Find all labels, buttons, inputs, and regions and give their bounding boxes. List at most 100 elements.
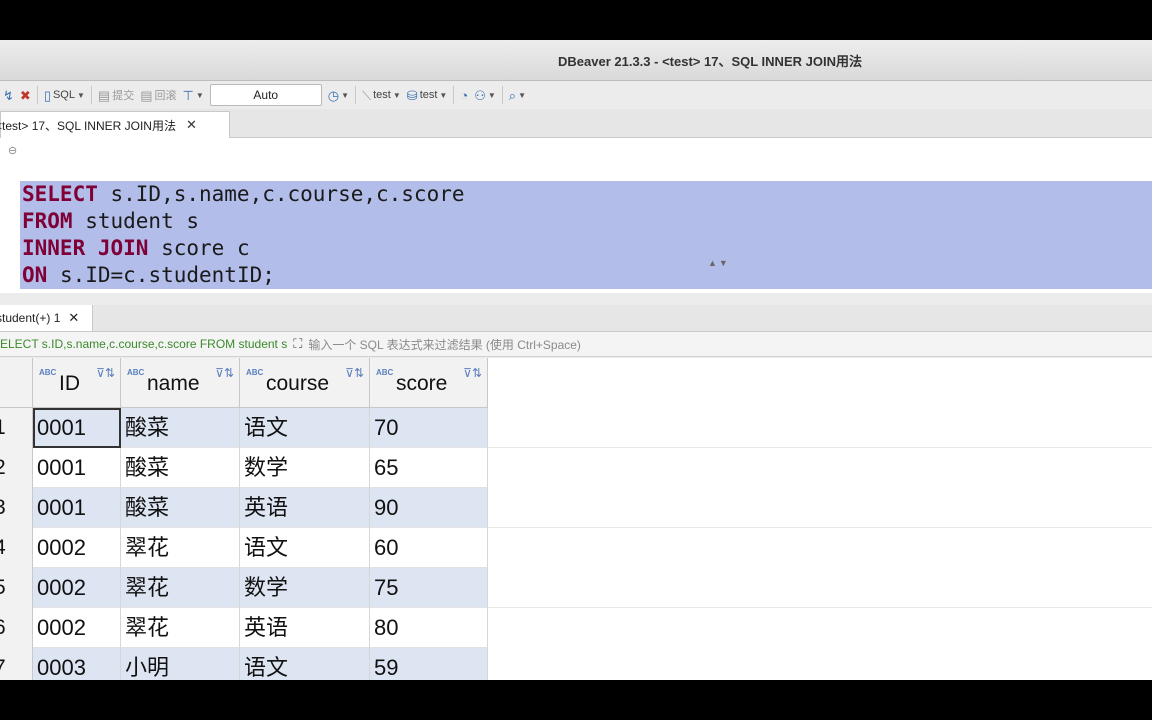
close-icon[interactable]: ✕ xyxy=(186,117,197,133)
fold-icon[interactable]: ⊖ xyxy=(8,144,17,157)
history-button[interactable]: ◷ ▼ xyxy=(325,84,352,106)
filter-bar: SELECT s.ID,s.name,c.course,c.score FROM… xyxy=(0,332,1152,357)
cell-id[interactable]: 0002 xyxy=(33,568,121,608)
commit-label: 提交 xyxy=(112,90,135,102)
column-header-label: course xyxy=(266,372,330,395)
column-header-name[interactable]: ABC name ⊽⇅ xyxy=(121,358,240,408)
filter-sort-icon[interactable]: ⊽⇅ xyxy=(96,366,115,380)
filter-sort-icon[interactable]: ⊽⇅ xyxy=(463,366,482,380)
row-divider xyxy=(488,527,1152,528)
transaction-icon: ⊤ xyxy=(182,87,194,103)
table-row[interactable]: 5 0002 翠花 数学 75 xyxy=(0,568,1152,608)
row-number: 3 xyxy=(0,488,33,528)
results-grid: ABC ID ⊽⇅ ABC name ⊽⇅ ABC course ⊽⇅ ABC … xyxy=(0,358,1152,680)
toolbar-separator xyxy=(355,86,357,104)
cell-id[interactable]: 0001 xyxy=(33,448,121,488)
filter-input[interactable]: 输入一个 SQL 表达式来过滤结果 (使用 Ctrl+Space) xyxy=(308,336,581,353)
table-row[interactable]: 1 0001 酸菜 语文 70 xyxy=(0,408,1152,448)
column-header-score[interactable]: ABC score ⊽⇅ xyxy=(370,358,488,408)
cell-course[interactable]: 语文 xyxy=(240,408,370,448)
transaction-mode-menu[interactable]: ⊤ ▼ xyxy=(180,84,207,106)
cell-name[interactable]: 小明 xyxy=(121,648,240,680)
row-number-header xyxy=(0,358,33,408)
toolbar-separator xyxy=(90,86,92,104)
expand-icon[interactable]: ⛶ xyxy=(293,336,302,352)
database-icon: ⛁ xyxy=(406,87,418,103)
cell-score[interactable]: 60 xyxy=(370,528,488,568)
cell-name[interactable]: 翠花 xyxy=(121,568,240,608)
column-header-label: score xyxy=(396,372,448,395)
cell-name[interactable]: 酸菜 xyxy=(121,488,240,528)
cell-course[interactable]: 英语 xyxy=(240,488,370,528)
cell-course[interactable]: 数学 xyxy=(240,568,370,608)
cell-course[interactable]: 数学 xyxy=(240,448,370,488)
commit-icon: ▤ xyxy=(97,87,111,103)
commit-button[interactable]: ▤ 提交 xyxy=(95,84,137,106)
stop-button[interactable]: ✖ xyxy=(17,84,34,106)
search-icon: ⌕ xyxy=(508,87,517,103)
cell-course[interactable]: 语文 xyxy=(240,648,370,680)
transaction-mode-box[interactable]: Auto xyxy=(209,84,322,106)
cell-name[interactable]: 翠花 xyxy=(121,608,240,648)
main-toolbar: ↯ ✖ ▯ SQL ▼ ▤ 提交 ▤ 回滚 ⊤ ▼ Auto ◷ ▼ ⟍ tes… xyxy=(0,81,1152,109)
table-row[interactable]: 2 0001 酸菜 数学 65 xyxy=(0,448,1152,488)
filter-sort-icon[interactable]: ⊽⇅ xyxy=(215,366,234,380)
tab-sql-editor[interactable]: <test> 17、SQL INNER JOIN用法 ✕ xyxy=(0,111,230,138)
cell-course[interactable]: 语文 xyxy=(240,528,370,568)
rollback-button[interactable]: ▤ 回滚 xyxy=(137,84,179,106)
cell-score[interactable]: 80 xyxy=(370,608,488,648)
chevron-down-icon: ▼ xyxy=(195,90,204,100)
execute-script-button[interactable]: ↯ xyxy=(0,84,17,106)
dbeaver-window: DBeaver 21.3.3 - <test> 17、SQL INNER JOI… xyxy=(0,40,1152,680)
cell-name[interactable]: 酸菜 xyxy=(121,448,240,488)
rollback-label: 回滚 xyxy=(154,90,177,102)
text-type-icon: ABC xyxy=(127,368,145,377)
column-header-course[interactable]: ABC course ⊽⇅ xyxy=(240,358,370,408)
row-number: 7 xyxy=(0,648,33,680)
cell-id[interactable]: 0002 xyxy=(33,608,121,648)
chevron-down-icon: ▼ xyxy=(518,90,526,100)
tab-results[interactable]: student(+) 1 ✕ xyxy=(0,305,93,331)
sql-editor-button[interactable]: ▯ SQL ▼ xyxy=(41,84,88,106)
sql-editor[interactable]: ⊖ SELECT s.ID,s.name,c.course,c.score FR… xyxy=(0,138,1152,293)
dashboard-button[interactable]: ◔ xyxy=(457,84,471,106)
cell-score[interactable]: 90 xyxy=(370,488,488,528)
cell-score[interactable]: 75 xyxy=(370,568,488,608)
connection-icon: ⟍ xyxy=(362,87,372,103)
datasource-selector[interactable]: ⟍ test ▼ xyxy=(359,84,404,106)
cell-score[interactable]: 70 xyxy=(370,408,488,448)
code-line: ON s.ID=c.studentID; xyxy=(22,263,275,287)
table-row[interactable]: 6 0002 翠花 英语 80 xyxy=(0,608,1152,648)
cell-score[interactable]: 59 xyxy=(370,648,488,680)
toolbar-separator xyxy=(36,86,38,104)
filter-sort-icon[interactable]: ⊽⇅ xyxy=(345,366,364,380)
cell-score[interactable]: 65 xyxy=(370,448,488,488)
cell-id[interactable]: 0001 xyxy=(33,488,121,528)
results-tab-bar: student(+) 1 ✕ xyxy=(0,305,1152,332)
close-icon[interactable]: ✕ xyxy=(68,310,79,326)
cell-id[interactable]: 0001 xyxy=(33,408,121,448)
run-script-icon: ↯ xyxy=(3,87,14,103)
database-label: test xyxy=(419,89,438,101)
row-divider xyxy=(488,447,1152,448)
row-number: 5 xyxy=(0,568,33,608)
chevron-down-icon: ▼ xyxy=(76,90,85,100)
column-header-id[interactable]: ABC ID ⊽⇅ xyxy=(33,358,121,408)
cell-name[interactable]: 酸菜 xyxy=(121,408,240,448)
cell-id[interactable]: 0003 xyxy=(33,648,121,680)
table-row[interactable]: 3 0001 酸菜 英语 90 xyxy=(0,488,1152,528)
tools-button[interactable]: ⚇ ▼ xyxy=(471,84,499,106)
title-bar: DBeaver 21.3.3 - <test> 17、SQL INNER JOI… xyxy=(0,40,1152,81)
text-type-icon: ABC xyxy=(39,368,57,377)
panel-resize-arrows[interactable]: ▲▼ xyxy=(708,258,730,268)
tab-label: <test> 17、SQL INNER JOIN用法 xyxy=(0,118,176,133)
search-button[interactable]: ⌕ ▼ xyxy=(506,84,529,106)
table-row[interactable]: 4 0002 翠花 语文 60 xyxy=(0,528,1152,568)
rollback-icon: ▤ xyxy=(140,87,153,103)
sql-file-icon: ▯ xyxy=(43,87,51,103)
cell-id[interactable]: 0002 xyxy=(33,528,121,568)
table-row[interactable]: 7 0003 小明 语文 59 xyxy=(0,648,1152,680)
database-selector[interactable]: ⛁ test ▼ xyxy=(404,84,451,106)
cell-course[interactable]: 英语 xyxy=(240,608,370,648)
cell-name[interactable]: 翠花 xyxy=(121,528,240,568)
